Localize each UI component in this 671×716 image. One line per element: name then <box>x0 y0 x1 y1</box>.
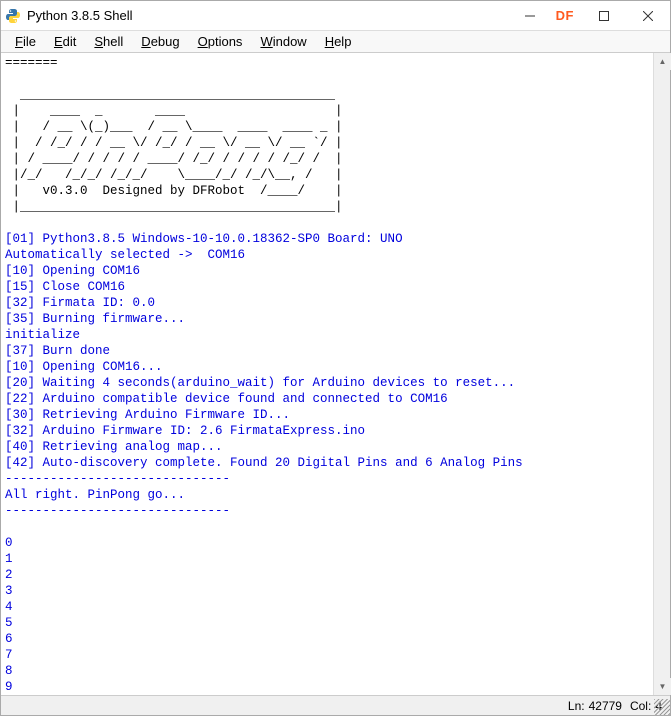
output-num: 6 <box>5 632 13 646</box>
output-line: ------------------------------ <box>5 504 230 518</box>
output-num: 1 <box>5 552 13 566</box>
output-line: [32] Arduino Firmware ID: 2.6 FirmataExp… <box>5 424 365 438</box>
resize-grip-icon[interactable] <box>654 699 670 715</box>
menu-debug[interactable]: Debug <box>133 32 187 51</box>
output-line: [35] Burning firmware... <box>5 312 185 326</box>
titlebar[interactable]: Python 3.8.5 Shell DF <box>1 1 670 31</box>
close-button[interactable] <box>630 3 666 29</box>
console-area: ======= ________________________________… <box>1 53 670 695</box>
output-line: ------------------------------ <box>5 472 230 486</box>
scroll-up-icon[interactable]: ▲ <box>654 53 671 70</box>
output-line: All right. PinPong go... <box>5 488 185 502</box>
output-line: [30] Retrieving Arduino Firmware ID... <box>5 408 290 422</box>
menu-options[interactable]: Options <box>190 32 251 51</box>
menubar: File Edit Shell Debug Options Window Hel… <box>1 31 670 53</box>
window-controls: DF <box>512 3 666 29</box>
watermark: DF <box>556 8 574 23</box>
output-line: [42] Auto-discovery complete. Found 20 D… <box>5 456 523 470</box>
window-title: Python 3.8.5 Shell <box>27 8 512 23</box>
output-num: 0 <box>5 536 13 550</box>
output-line: [10] Opening COM16 <box>5 264 140 278</box>
menu-help[interactable]: Help <box>317 32 360 51</box>
minimize-button[interactable] <box>512 3 548 29</box>
output-line: initialize <box>5 328 80 342</box>
vertical-scrollbar[interactable]: ▲ ▼ <box>653 53 670 695</box>
output-line: ======= <box>5 56 58 70</box>
output-num: 4 <box>5 600 13 614</box>
output-line: [20] Waiting 4 seconds(arduino_wait) for… <box>5 376 515 390</box>
line-label: Ln: <box>568 699 585 713</box>
output-num: 8 <box>5 664 13 678</box>
scroll-down-icon[interactable]: ▼ <box>654 678 671 695</box>
output-line: [22] Arduino compatible device found and… <box>5 392 448 406</box>
ascii-art: ________________________________________… <box>5 88 343 214</box>
menu-shell[interactable]: Shell <box>86 32 131 51</box>
output-line: [40] Retrieving analog map... <box>5 440 223 454</box>
col-label: Col: <box>630 699 651 713</box>
menu-edit[interactable]: Edit <box>46 32 84 51</box>
menu-file[interactable]: File <box>7 32 44 51</box>
menu-window[interactable]: Window <box>252 32 314 51</box>
output-line: [10] Opening COM16... <box>5 360 163 374</box>
output-line: [37] Burn done <box>5 344 110 358</box>
console-output[interactable]: ======= ________________________________… <box>1 53 653 695</box>
maximize-button[interactable] <box>586 3 622 29</box>
output-num: 5 <box>5 616 13 630</box>
output-line: [32] Firmata ID: 0.0 <box>5 296 155 310</box>
output-num: 2 <box>5 568 13 582</box>
output-line: [15] Close COM16 <box>5 280 125 294</box>
output-num: 9 <box>5 680 13 694</box>
statusbar: Ln: 42779 Col: 4 <box>1 695 670 715</box>
python-icon <box>5 8 21 24</box>
output-num: 7 <box>5 648 13 662</box>
line-number: 42779 <box>589 699 622 713</box>
output-line: [01] Python3.8.5 Windows-10-10.0.18362-S… <box>5 232 403 246</box>
output-line: Automatically selected -> COM16 <box>5 248 245 262</box>
output-num: 3 <box>5 584 13 598</box>
